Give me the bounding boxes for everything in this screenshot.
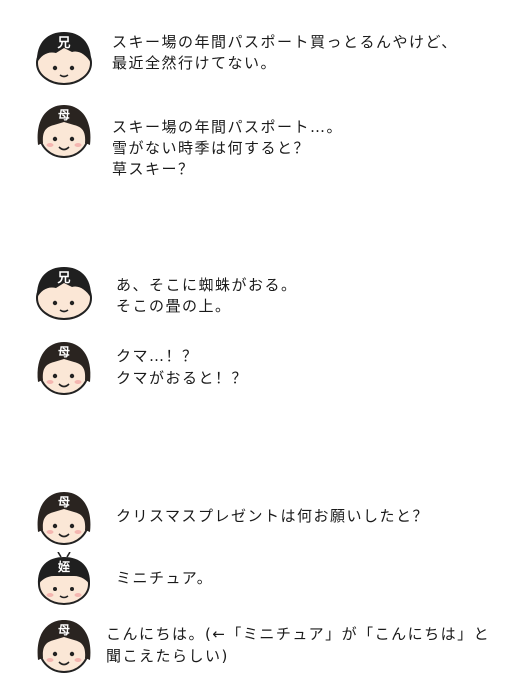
mother-avatar-icon: 母: [37, 620, 91, 673]
message-line: クマがおると！？: [116, 369, 249, 387]
message-line: 最近全然行けてない。: [112, 54, 278, 72]
brother-avatar-icon: 兄: [36, 267, 92, 320]
speaker-label: 兄: [56, 271, 70, 286]
message-line: 雪がない時季は何すると？: [112, 139, 311, 157]
speaker-label: 母: [58, 108, 70, 122]
message-line: 聞こえたらしい): [106, 647, 229, 665]
message-line: スキー場の年間パスポート…。: [112, 118, 344, 136]
message-line: こんにちは。(←「ミニチュア」が「こんにちは」と: [106, 625, 491, 643]
mother-avatar-icon: 母: [37, 342, 91, 395]
message-line: スキー場の年間パスポート買っとるんやけど、: [112, 33, 458, 51]
message-line: 草スキー？: [112, 160, 195, 178]
message-line: あ、そこに蜘蛛がおる。: [116, 276, 298, 294]
mother-avatar-icon: 母: [37, 105, 91, 158]
message-line: クリスマスプレゼントは何お願いしたと？: [116, 507, 430, 525]
message-line: そこの畳の上。: [116, 297, 232, 315]
speaker-label: 兄: [56, 36, 70, 51]
mother-avatar-icon: 母: [37, 492, 91, 545]
brother-avatar-icon: 兄: [36, 32, 92, 85]
speaker-label: 母: [58, 345, 70, 359]
niece-avatar-icon: 姪: [37, 552, 91, 605]
speaker-label: 母: [58, 623, 70, 637]
speaker-label: 母: [58, 495, 70, 509]
message-line: クマ…！？: [116, 347, 199, 365]
speaker-label: 姪: [57, 559, 70, 574]
message-line: ミニチュア。: [116, 569, 214, 587]
